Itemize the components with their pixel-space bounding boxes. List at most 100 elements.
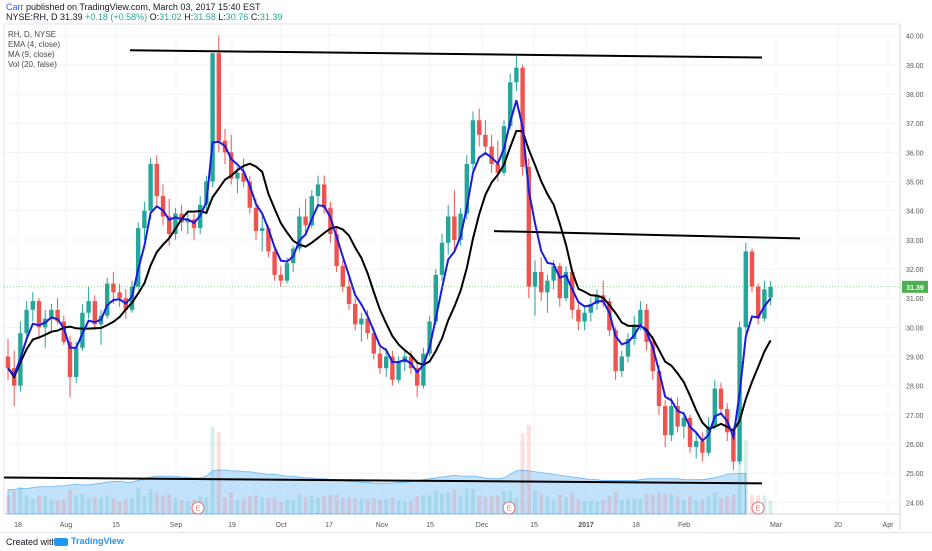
candle-body[interactable] (36, 301, 42, 328)
candle-body[interactable] (253, 207, 259, 232)
legend-volume[interactable]: Vol (20, false) (8, 60, 60, 70)
candle-body[interactable] (86, 301, 91, 313)
candle-body[interactable] (353, 304, 358, 325)
candle-body[interactable] (117, 292, 122, 299)
x-tick-label: 15 (426, 522, 434, 529)
candle-body[interactable] (694, 441, 699, 447)
symbol-label: NYSE:RH, D (6, 12, 58, 22)
candle-body[interactable] (638, 309, 643, 325)
volume-bar (68, 489, 72, 514)
candle-body[interactable] (557, 266, 562, 299)
candle-body[interactable] (663, 406, 668, 436)
candle-body[interactable] (272, 251, 277, 275)
x-tick-label: Nov (376, 522, 389, 529)
candle-body[interactable] (582, 312, 587, 322)
author-link[interactable]: Carr (6, 2, 24, 12)
candle-body[interactable] (340, 266, 345, 287)
x-tick-label: Dec (476, 522, 489, 529)
y-tick-label: 39.00 (906, 63, 924, 70)
volume-bar (564, 497, 568, 514)
tradingview-logo[interactable]: TradingView (54, 536, 124, 546)
candle-body[interactable] (743, 251, 748, 328)
candle-body[interactable] (142, 210, 147, 229)
candle-body[interactable] (235, 172, 240, 179)
candle-body[interactable] (148, 164, 153, 211)
candle-body[interactable] (483, 134, 488, 147)
candle-body[interactable] (346, 286, 352, 305)
price-chart[interactable]: 24.00 25.00 26.00 27.00 28.00 29.00 30.00 31.00… (0, 22, 932, 532)
candle-body[interactable] (5, 356, 11, 369)
candle-body[interactable] (24, 309, 29, 334)
candle-body[interactable] (452, 216, 457, 240)
candle-body[interactable] (111, 283, 116, 293)
volume-bar (650, 494, 655, 514)
volume-bar (632, 499, 637, 514)
volume-bar (86, 498, 91, 514)
candle-body[interactable] (439, 242, 445, 275)
candle-body[interactable] (322, 184, 327, 208)
volume-bar (452, 489, 457, 514)
volume-bar (440, 493, 444, 514)
volume-bar (446, 492, 451, 514)
volume-bar (229, 492, 234, 514)
volume-bar (731, 494, 736, 514)
volume-bar (551, 499, 556, 514)
candle-body[interactable] (384, 356, 389, 369)
volume-bar (613, 491, 618, 514)
candle-body[interactable] (303, 216, 308, 226)
legend-ema[interactable]: EMA (4, close) (8, 40, 60, 50)
candle-body[interactable] (470, 120, 476, 164)
candle-body[interactable] (514, 67, 519, 83)
high-value: 31.58 (193, 12, 216, 22)
candle-body[interactable] (700, 441, 705, 453)
candle-body[interactable] (74, 347, 79, 377)
candle-body[interactable] (477, 120, 482, 135)
chart-area[interactable]: 24.00 25.00 26.00 27.00 28.00 29.00 30.00 31.00… (0, 22, 932, 532)
volume-bar (533, 490, 537, 514)
candle-body[interactable] (359, 318, 364, 325)
candle-body[interactable] (749, 251, 755, 287)
volume-bar (402, 501, 407, 514)
candle-body[interactable] (30, 301, 35, 310)
volume-bar (80, 493, 85, 514)
volume-bar (154, 492, 159, 514)
candle-body[interactable] (669, 406, 674, 436)
candle-body[interactable] (446, 216, 451, 243)
candle-body[interactable] (284, 263, 290, 281)
volume-bar (675, 497, 680, 514)
volume-bar (74, 495, 79, 514)
x-tick-label: Sep (170, 522, 183, 529)
x-tick-label: Mar (770, 522, 783, 529)
volume-bar (694, 499, 699, 514)
volume-bar (328, 495, 333, 514)
y-tick-label: 38.00 (906, 92, 924, 99)
candle-body[interactable] (278, 274, 283, 281)
volume-bar (458, 496, 463, 514)
volume-bar (706, 496, 711, 514)
volume-bar (396, 499, 401, 514)
candle-body[interactable] (315, 184, 321, 197)
candle-body[interactable] (154, 164, 159, 197)
candle-body[interactable] (768, 286, 773, 298)
published-line: Carr published on TradingView.com, March… (6, 2, 261, 12)
y-tick-label: 30.00 (906, 325, 924, 332)
candle-body[interactable] (260, 228, 265, 232)
candle-body[interactable] (532, 271, 538, 287)
candle-body[interactable] (377, 353, 383, 369)
candle-body[interactable] (539, 271, 544, 293)
volume-bar (334, 494, 339, 514)
volume-bar (384, 499, 389, 514)
tradingview-brand: TradingView (71, 536, 124, 546)
candle-body[interactable] (216, 53, 221, 141)
candle-body[interactable] (619, 356, 624, 372)
candle-body[interactable] (576, 309, 581, 322)
candle-body[interactable] (396, 362, 401, 380)
volume-bar (18, 486, 23, 514)
volume-bar (607, 496, 612, 514)
legend-ma[interactable]: MA (9, close) (8, 50, 60, 60)
created-with-text: Created with (6, 537, 57, 547)
x-tick-label: 18 (14, 522, 22, 529)
candle-body[interactable] (718, 388, 724, 409)
volume-bar (303, 497, 308, 514)
volume-bar (359, 499, 364, 514)
